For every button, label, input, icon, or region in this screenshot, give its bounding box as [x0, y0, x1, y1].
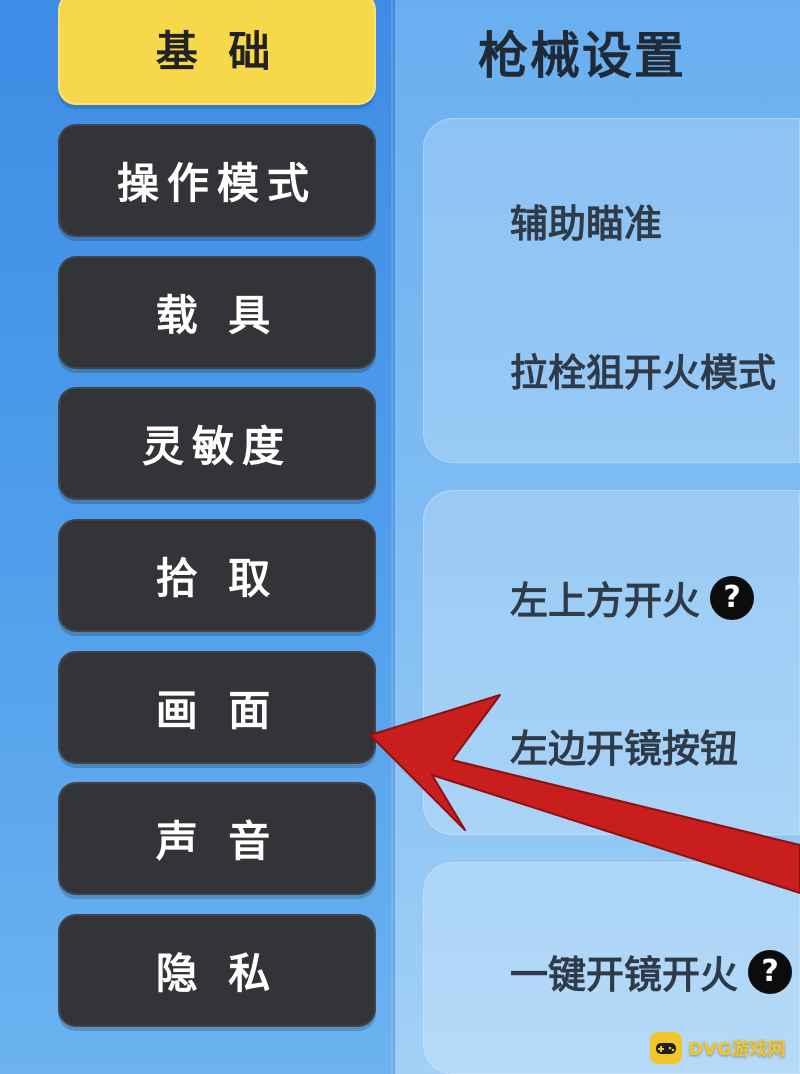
sidebar-item-sound[interactable]: 声 音 [58, 782, 376, 895]
sidebar-item-label: 隐 私 [155, 949, 279, 998]
sidebar-item-pickup[interactable]: 拾 取 [58, 519, 376, 632]
setting-row-left-scope-button[interactable]: 左边开镜按钮 [510, 718, 738, 773]
setting-row-bolt-sniper-fire-mode[interactable]: 拉栓狙开火模式 [510, 342, 776, 397]
setting-label: 左边开镜按钮 [510, 727, 739, 771]
watermark-text: DVG游戏网 [688, 1039, 786, 1060]
sidebar-item-label: 操作模式 [116, 159, 317, 208]
help-icon[interactable]: ? [710, 575, 755, 620]
setting-label: 一键开镜开火 [510, 953, 739, 997]
setting-row-aim-assist[interactable]: 辅助瞄准 [510, 193, 662, 248]
sidebar-item-vehicle[interactable]: 载 具 [58, 256, 376, 369]
sidebar-item-label: 拾 取 [155, 554, 279, 603]
sidebar-item-label: 灵敏度 [141, 422, 292, 471]
sidebar-item-label: 画 面 [155, 686, 279, 735]
sidebar-item-privacy[interactable]: 隐 私 [58, 914, 376, 1027]
sidebar-item-label: 基 础 [155, 27, 279, 76]
help-icon[interactable]: ? [748, 949, 793, 994]
sidebar-item-label: 载 具 [155, 291, 279, 340]
setting-row-top-left-fire[interactable]: 左上方开火 ? [510, 570, 755, 625]
sidebar-item-basic[interactable]: 基 础 [58, 0, 376, 105]
setting-label: 拉栓狙开火模式 [510, 351, 777, 395]
page-title: 枪械设置 [478, 27, 686, 85]
setting-label: 左上方开火 [510, 579, 701, 623]
gamepad-icon [650, 1032, 682, 1064]
setting-label: 辅助瞄准 [510, 202, 663, 246]
watermark: DVG游戏网 [650, 1030, 786, 1066]
setting-row-one-tap-scope-fire[interactable]: 一键开镜开火 ? [510, 944, 793, 999]
sidebar-item-control-mode[interactable]: 操作模式 [58, 124, 376, 237]
sidebar-item-sensitivity[interactable]: 灵敏度 [58, 387, 376, 500]
settings-group-buttons [423, 490, 800, 835]
sidebar-item-graphics[interactable]: 画 面 [58, 651, 376, 764]
sidebar-item-label: 声 音 [155, 817, 279, 866]
settings-group-aim [423, 118, 800, 463]
